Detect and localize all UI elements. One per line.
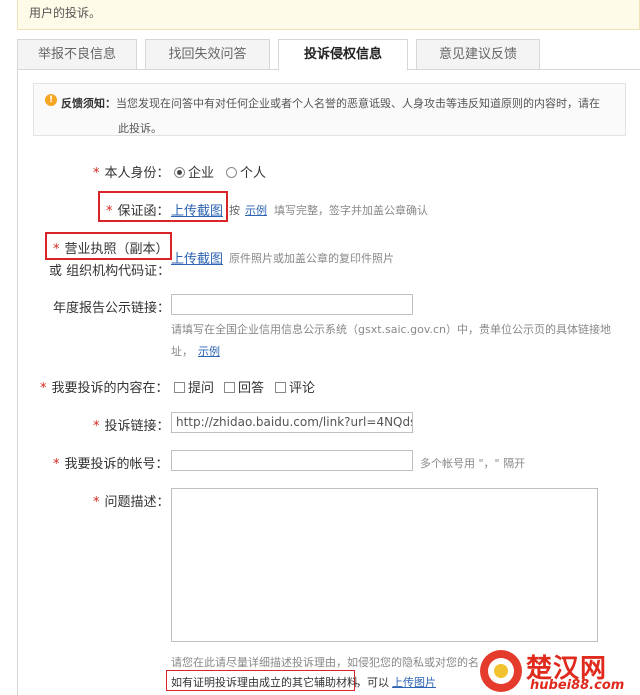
annual-report-hint-cont: 址，	[171, 345, 193, 358]
content-option-comment-label: 评论	[289, 381, 316, 396]
identity-option-company-label: 企业	[188, 166, 215, 181]
required-mark: *	[93, 419, 100, 434]
feedback-line2: 此投诉。	[118, 122, 162, 135]
description-label: * 问题描述：	[93, 491, 170, 510]
radio-icon	[226, 167, 237, 178]
identity-option-company[interactable]: 企业	[174, 162, 214, 181]
annual-report-example-link[interactable]: 示例	[198, 343, 220, 359]
license-label-text: 营业执照（副本）	[64, 242, 169, 257]
annual-report-hint: 请填写在全国企业信用信息公示系统（gsxt.saic.gov.cn）中，贵单位公…	[171, 323, 611, 336]
proof-upload-link[interactable]: 上传图片	[392, 674, 436, 690]
content-option-question-label: 提问	[188, 381, 215, 396]
content-option-question[interactable]: 提问	[174, 377, 214, 396]
top-notice-text: 用户的投诉。	[29, 6, 102, 20]
complaint-link-input[interactable]: http://zhidao.baidu.com/link?url=4NQdsFp…	[171, 412, 413, 433]
annual-report-label: 年度报告公示链接：	[53, 301, 171, 316]
complaint-account-label: * 我要投诉的帐号：	[53, 453, 169, 472]
required-mark: *	[93, 166, 100, 181]
complaint-content-label: * 我要投诉的内容在：	[40, 377, 169, 396]
feedback-title: 反馈须知：	[61, 97, 116, 110]
top-notice: 用户的投诉。	[17, 0, 640, 30]
complaint-account-input[interactable]	[171, 450, 413, 471]
form-panel: ! 反馈须知：当您发现在问答中有对任何企业或者个人名誉的恶意诋毁、人身攻击等违反…	[17, 70, 640, 695]
watermark-domain: hubei88.com	[530, 678, 625, 693]
description-hint: 请您在此请尽量详细描述投诉理由，如侵犯您的隐私或对您的名	[171, 656, 479, 669]
license-label-alt: 或 组织机构代码证：	[49, 264, 171, 279]
radio-icon	[174, 167, 185, 178]
annual-report-input[interactable]	[171, 294, 413, 315]
required-mark: *	[53, 242, 60, 257]
complaint-account-label-text: 我要投诉的帐号：	[64, 457, 169, 472]
guarantee-upload-link[interactable]: 上传截图	[171, 200, 223, 219]
checkbox-icon	[224, 382, 235, 393]
identity-option-personal-label: 个人	[240, 166, 267, 181]
required-mark: *	[106, 204, 113, 219]
tab-report[interactable]: 举报不良信息	[17, 39, 137, 70]
complaint-link-label: * 投诉链接：	[93, 415, 170, 434]
checkbox-icon	[275, 382, 286, 393]
tab-feedback[interactable]: 意见建议反馈	[416, 39, 540, 70]
content-option-answer-label: 回答	[238, 381, 265, 396]
identity-label: * 本人身份：	[93, 162, 170, 181]
warning-icon: !	[45, 94, 57, 106]
description-label-text: 问题描述：	[104, 495, 170, 510]
proof-text: 如有证明投诉理由成立的其它辅助材料	[171, 676, 358, 689]
complaint-content-label-text: 我要投诉的内容在：	[51, 381, 169, 396]
feedback-notice: ! 反馈须知：当您发现在问答中有对任何企业或者个人名誉的恶意诋毁、人身攻击等违反…	[33, 83, 626, 136]
content-option-comment[interactable]: 评论	[275, 377, 315, 396]
guarantee-label: * 保证函：	[106, 200, 170, 219]
guarantee-hint: 填写完整，签字并加盖公章确认	[274, 204, 428, 217]
proof-suffix: ，可以	[356, 676, 389, 689]
license-label: * 营业执照（副本）	[53, 238, 169, 257]
complaint-link-label-text: 投诉链接：	[104, 419, 170, 434]
license-upload-link[interactable]: 上传截图	[171, 248, 223, 267]
complaint-account-hint: 多个帐号用 "，" 隔开	[420, 457, 526, 470]
identity-option-personal[interactable]: 个人	[226, 162, 266, 181]
guarantee-label-text: 保证函：	[117, 204, 170, 219]
description-textarea[interactable]	[171, 488, 598, 642]
identity-label-text: 本人身份：	[104, 166, 170, 181]
content-option-answer[interactable]: 回答	[224, 377, 264, 396]
tab-recover[interactable]: 找回失效问答	[145, 39, 270, 70]
guarantee-example-link[interactable]: 示例	[245, 202, 267, 218]
feedback-text: 反馈须知：当您发现在问答中有对任何企业或者个人名誉的恶意诋毁、人身攻击等违反知道…	[61, 91, 621, 141]
checkbox-icon	[174, 382, 185, 393]
license-hint: 原件照片或加盖公章的复印件照片	[229, 252, 394, 265]
feedback-line1: 当您发现在问答中有对任何企业或者个人名誉的恶意诋毁、人身攻击等违反知道原则的内容…	[116, 97, 600, 110]
tab-infringement[interactable]: 投诉侵权信息	[278, 39, 408, 71]
required-mark: *	[53, 457, 60, 472]
watermark: 楚汉网 hubei88.com	[480, 648, 640, 695]
watermark-logo-icon	[480, 650, 522, 692]
tab-bar: 举报不良信息 找回失效问答 投诉侵权信息 意见建议反馈	[17, 39, 640, 71]
required-mark: *	[93, 495, 100, 510]
guarantee-fill-prefix: 按	[229, 204, 240, 217]
required-mark: *	[40, 381, 47, 396]
